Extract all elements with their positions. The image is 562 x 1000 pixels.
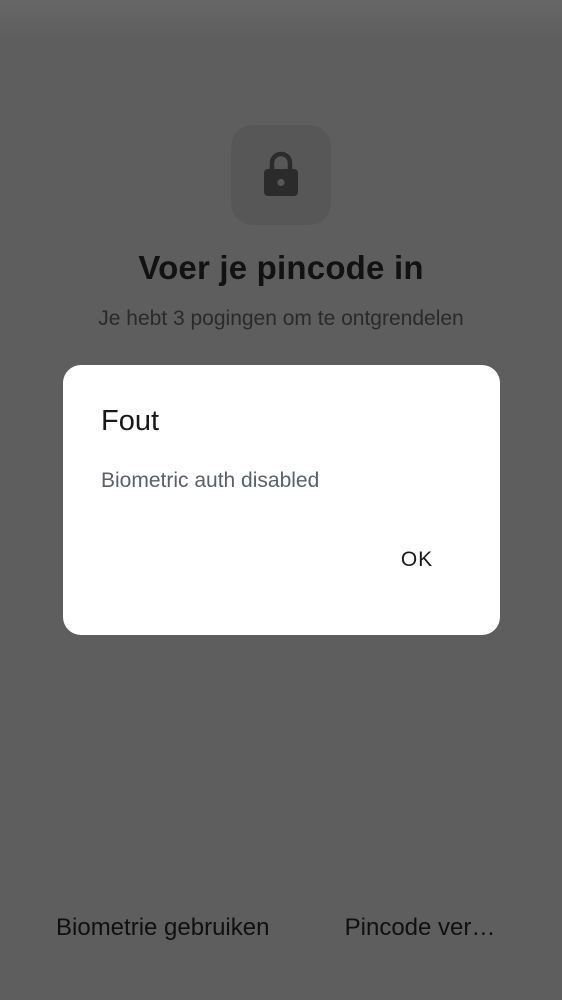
lock-icon [264, 151, 298, 196]
page-title: Voer je pincode in [138, 249, 424, 286]
lock-icon-container [231, 125, 331, 225]
status-bar-area [0, 0, 562, 40]
dialog-title: Fout [101, 405, 160, 437]
pincode-action-button[interactable]: Pincode ver… [340, 914, 500, 942]
attempts-remaining-text: Je hebt 3 pogingen om te ontgrendelen [98, 307, 464, 330]
use-biometrics-button[interactable]: Biometrie gebruiken [56, 914, 269, 942]
error-dialog: Fout Biometric auth disabled OK [63, 365, 500, 635]
pin-entry-screen: Voer je pincode in Je hebt 3 pogingen om… [0, 0, 562, 1000]
dialog-message: Biometric auth disabled [101, 469, 320, 492]
ok-button[interactable]: OK [391, 545, 443, 575]
